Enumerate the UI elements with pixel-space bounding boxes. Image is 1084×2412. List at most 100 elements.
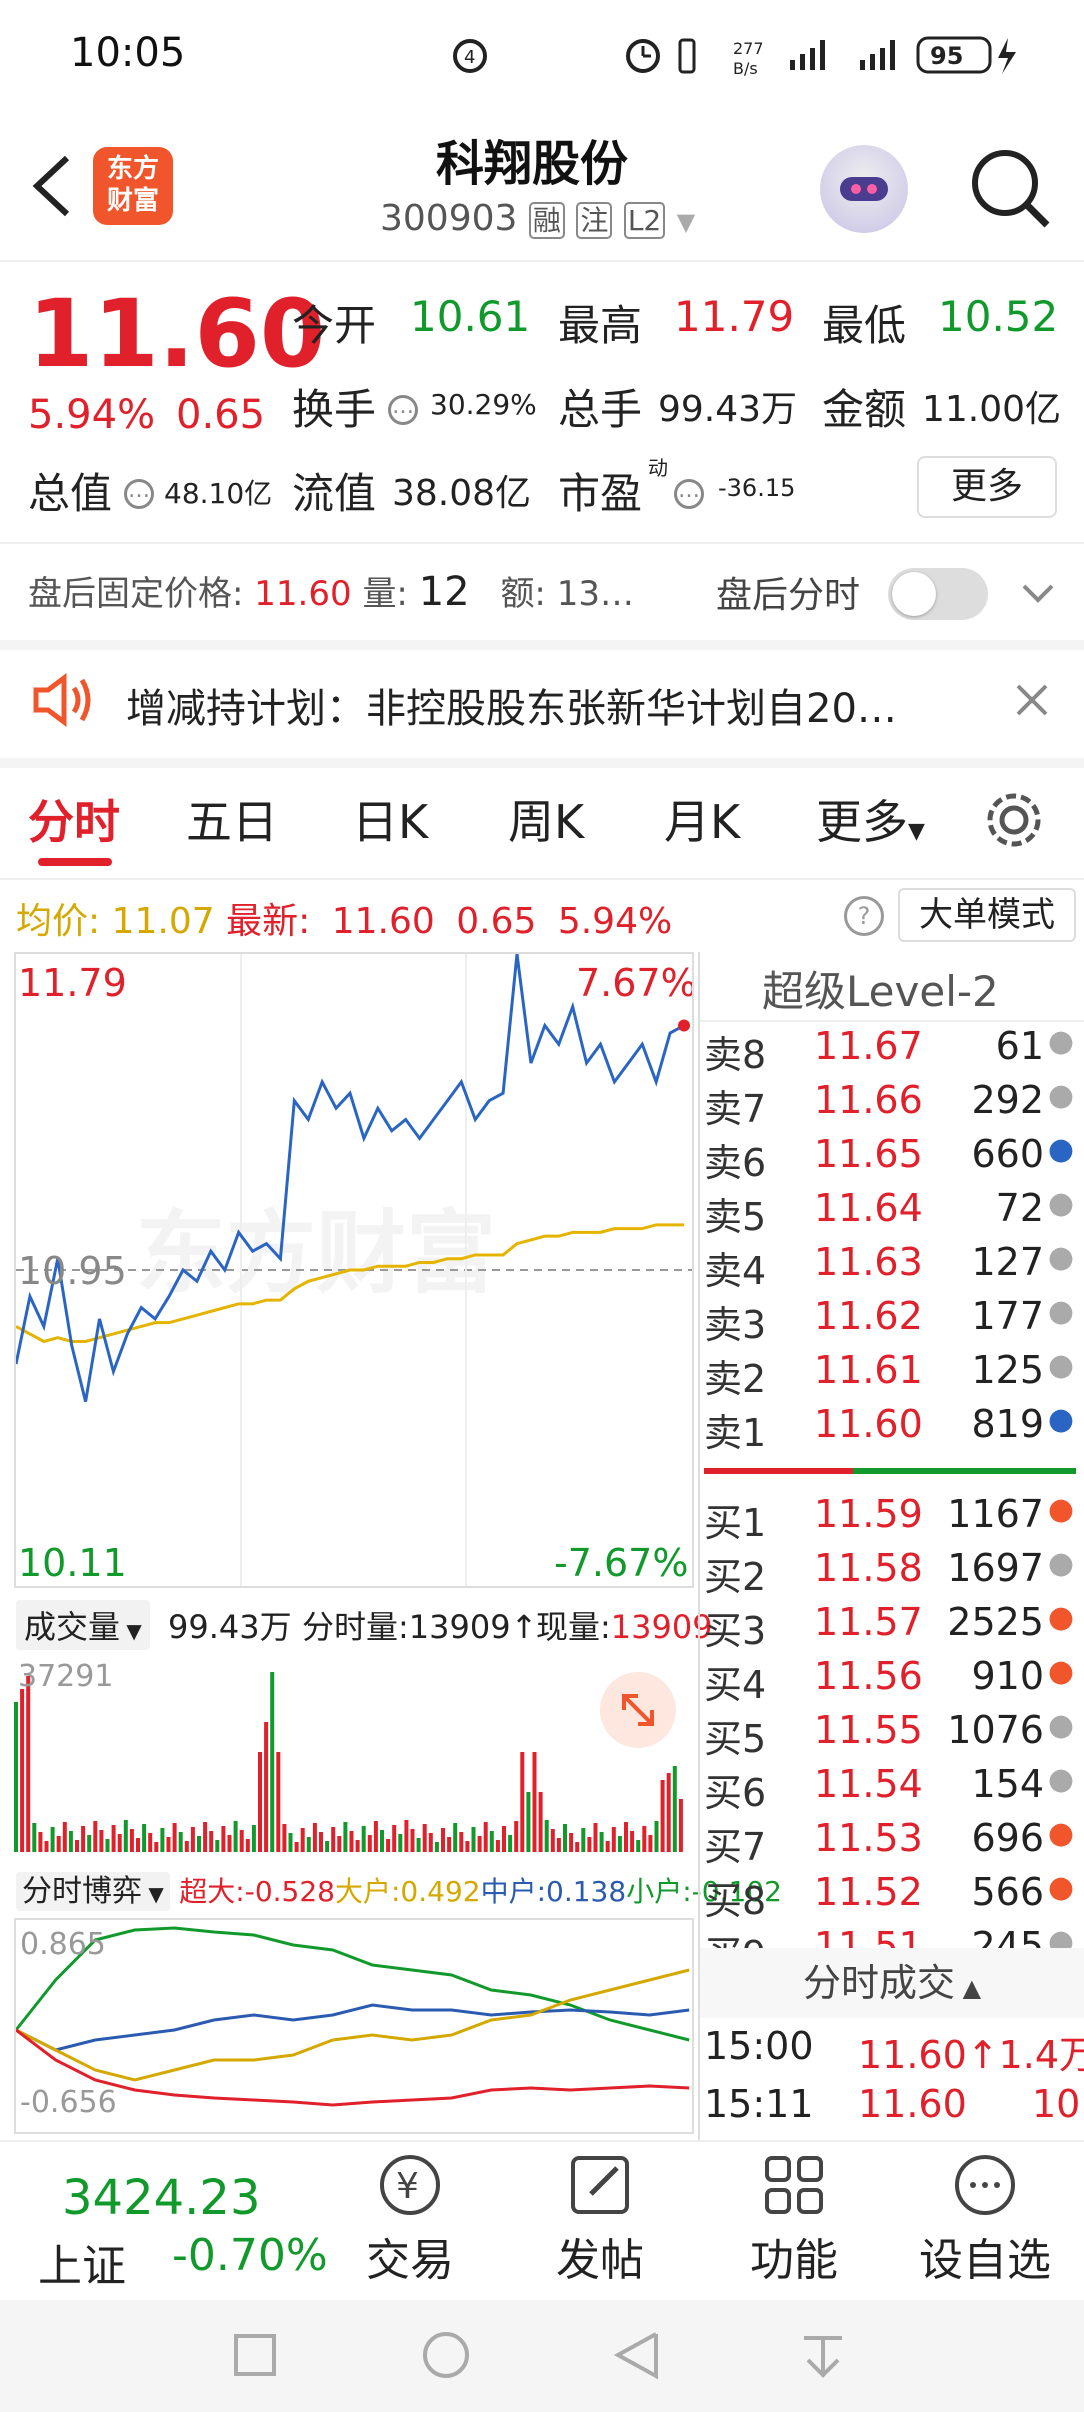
fullscreen-button[interactable] <box>600 1672 676 1748</box>
open-label: 今开 <box>292 301 377 350</box>
pe-info-icon[interactable]: … <box>668 466 710 515</box>
pe-value: -36.15 <box>718 474 796 502</box>
search-icon <box>972 150 1050 228</box>
add-watchlist-button[interactable]: 设自选 <box>910 2150 1060 2290</box>
index-pct[interactable]: -0.70% <box>172 2230 328 2281</box>
ob-vol: 566 <box>971 1870 1044 1914</box>
volume-bar <box>526 1792 531 1852</box>
ob-dot: ● <box>1047 1294 1074 1329</box>
flow-chart[interactable]: 0.865 -0.656 <box>14 1918 694 2134</box>
ask-row[interactable]: 卖6 11.65 660 ● <box>700 1132 1084 1185</box>
volume-bar <box>605 1841 610 1852</box>
flow-line <box>14 1926 690 2042</box>
level2-title[interactable]: 超级Level-2 <box>762 958 999 1019</box>
code-dropdown-icon[interactable]: ▼ <box>677 208 695 236</box>
volume-bar <box>361 1826 366 1852</box>
volume-bar <box>471 1827 476 1852</box>
ask-row[interactable]: 卖2 11.61 125 ● <box>700 1348 1084 1401</box>
divider <box>0 260 1084 262</box>
robot-avatar[interactable] <box>820 145 908 233</box>
now-vol: 现量:13909 <box>536 1602 713 1648</box>
volume-bar <box>331 1827 336 1852</box>
tab-five-day[interactable]: 五日 <box>186 786 278 852</box>
bid-row[interactable]: 买2 11.58 1697 ● <box>700 1546 1084 1599</box>
volume-bar <box>184 1841 189 1852</box>
bid-row[interactable]: 买5 11.55 1076 ● <box>700 1708 1084 1761</box>
ask-row[interactable]: 卖3 11.62 177 ● <box>700 1294 1084 1347</box>
ob-vol: 660 <box>971 1132 1044 1176</box>
volume-chart[interactable]: 37291 <box>14 1656 694 1856</box>
flow-dropdown[interactable]: 分时博弈 ▼ <box>16 1872 170 1911</box>
ask-row[interactable]: 卖4 11.63 127 ● <box>700 1240 1084 1293</box>
ask-row[interactable]: 卖1 11.60 819 ● <box>700 1402 1084 1455</box>
ob-label: 卖2 <box>704 1357 767 1401</box>
divider <box>0 878 1084 880</box>
bid-row[interactable]: 买6 11.54 154 ● <box>700 1762 1084 1815</box>
ob-dot: ● <box>1047 1708 1074 1743</box>
volume-bar <box>300 1828 305 1852</box>
volume-bar <box>508 1835 513 1852</box>
expand-chevron-icon[interactable] <box>1018 572 1058 616</box>
bid-row[interactable]: 买1 11.59 1167 ● <box>700 1492 1084 1545</box>
flow-bottom-label: -0.656 <box>20 2085 117 2120</box>
bid-row[interactable]: 买3 11.57 2525 ● <box>700 1600 1084 1653</box>
tick-price: 11.60 <box>858 2082 967 2126</box>
stock-code-row: 300903 融 注 L2 ▼ <box>380 198 695 239</box>
open-value: 10.61 <box>410 292 531 341</box>
ask-row[interactable]: 卖5 11.64 72 ● <box>700 1186 1084 1239</box>
tab-monthly-k[interactable]: 月K <box>664 786 740 852</box>
bid-row[interactable]: 买7 11.53 696 ● <box>700 1816 1084 1869</box>
ob-dot: ● <box>1047 1546 1074 1581</box>
function-button[interactable]: 功能 <box>734 2150 854 2290</box>
intraday-chart[interactable]: 东方财富 11.79 7.67% 10.95 10.11 -7.67% <box>14 952 697 1588</box>
volume-bar <box>563 1824 567 1852</box>
volume-bar <box>148 1833 153 1852</box>
tag-zhu: 注 <box>576 202 613 239</box>
post-button[interactable]: 发帖 <box>540 2150 660 2290</box>
volume-bar <box>50 1827 55 1852</box>
ask-row[interactable]: 卖8 11.67 61 ● <box>700 1024 1084 1077</box>
volume-bar <box>99 1830 104 1852</box>
trade-button[interactable]: ¥ 交易 <box>350 2150 470 2290</box>
ob-label: 买5 <box>704 1717 767 1761</box>
tab-more[interactable]: 更多▼ <box>816 786 925 852</box>
notice-text[interactable]: 增减持计划：非控股股东张新华计划自20… <box>126 676 897 734</box>
volume-chart-svg: 37291 <box>14 1659 683 1852</box>
tab-weekly-k[interactable]: 周K <box>508 786 584 852</box>
settings-icon[interactable] <box>982 788 1046 856</box>
price-lines <box>14 953 690 1403</box>
volume-bar <box>251 1825 256 1852</box>
bid-row[interactable]: 买4 11.56 910 ● <box>700 1654 1084 1707</box>
after-hours-toggle[interactable] <box>888 568 988 620</box>
volume-bar <box>282 1824 287 1852</box>
volume-bar <box>624 1822 628 1852</box>
tab-daily-k[interactable]: 日K <box>352 786 428 852</box>
post-label: 发帖 <box>556 2235 644 2286</box>
close-notice-icon[interactable] <box>1012 680 1052 724</box>
turnover-info-icon[interactable]: … <box>382 382 424 431</box>
index-value[interactable]: 3424.23 <box>62 2170 261 2226</box>
bid-row[interactable]: 买8 11.52 566 ● <box>700 1870 1084 1923</box>
ticks-header[interactable]: 分时成交 ▲ <box>700 1948 1084 2018</box>
volume-bar <box>550 1829 555 1852</box>
help-icon[interactable]: ? <box>844 896 884 936</box>
flow-item: 大户:0.492 <box>335 1875 481 1908</box>
ask-row[interactable]: 卖7 11.66 292 ● <box>700 1078 1084 1131</box>
mktcap-info-icon[interactable]: … <box>118 466 160 515</box>
index-name[interactable]: 上证 <box>38 2230 126 2294</box>
volume-bar <box>56 1836 61 1852</box>
big-order-mode-button[interactable]: 大单模式 <box>898 888 1076 942</box>
tab-intraday[interactable]: 分时 <box>28 786 120 852</box>
ob-dot: ● <box>1047 1024 1074 1059</box>
back-button[interactable] <box>25 150 85 220</box>
add-watchlist-label: 设自选 <box>919 2235 1051 2286</box>
volume-bar <box>380 1830 384 1852</box>
volume-dropdown[interactable]: 成交量 ▼ <box>16 1600 150 1650</box>
ob-price: 11.62 <box>814 1294 923 1338</box>
more-button[interactable]: 更多 <box>917 456 1057 518</box>
volume-bar <box>642 1826 647 1852</box>
ob-dot: ● <box>1047 1132 1074 1167</box>
volume-bar <box>581 1828 586 1852</box>
search-button[interactable] <box>965 145 1055 235</box>
ob-vol: 819 <box>971 1402 1044 1446</box>
